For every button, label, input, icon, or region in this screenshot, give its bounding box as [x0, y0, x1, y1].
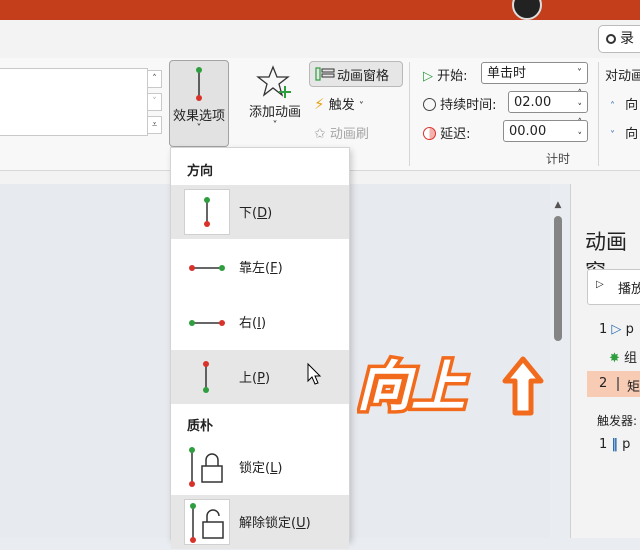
- timing-group-label: 计时: [546, 152, 571, 166]
- move-earlier-button[interactable]: ˄ 向: [610, 94, 638, 113]
- animation-pane: 动画窗 ▷ 播放 1 ▷ p ✸ 组 2 矩 触发器: 1 ‖ p: [570, 184, 640, 538]
- spinner-icon[interactable]: ˄ ˅: [578, 116, 583, 144]
- pane-list-item-selected[interactable]: 2 矩: [587, 371, 640, 397]
- line-path-icon: [617, 377, 619, 391]
- pane-list-item[interactable]: ✸ 组: [609, 347, 637, 366]
- chevron-down-icon: ˅: [196, 123, 202, 134]
- play-all-button[interactable]: ▷ 播放: [587, 269, 640, 305]
- chevron-down-icon: ˅: [272, 120, 278, 131]
- animation-pane-button[interactable]: 动画窗格: [309, 61, 403, 87]
- ribbon-separator: [598, 62, 599, 166]
- chevron-down-icon: ˅: [610, 130, 615, 141]
- gallery-more-button[interactable]: ⩡: [147, 116, 162, 134]
- direction-header: 方向: [187, 164, 214, 179]
- animation-gallery[interactable]: [0, 68, 148, 136]
- trigger-button[interactable]: ⚡ 触发 ˅: [314, 94, 364, 113]
- chevron-down-icon: ˅: [577, 68, 582, 79]
- menu-item-down[interactable]: 下(D): [171, 185, 349, 239]
- delay-input[interactable]: 00.00 ˄ ˅: [503, 118, 588, 142]
- gallery-scroll-up-button[interactable]: ˄: [147, 70, 162, 88]
- play-trigger-icon: ▷: [611, 322, 622, 337]
- line-vertical-down-icon: [184, 189, 230, 235]
- line-horizontal-right-icon: [184, 299, 230, 345]
- lightning-icon: ⚡: [314, 95, 325, 113]
- mouse-cursor-icon: [307, 362, 322, 385]
- duration-input[interactable]: 02.00 ˄ ˅: [508, 89, 588, 113]
- animation-pane-label: 动画窗格: [337, 69, 390, 84]
- gallery-scroll-down-button[interactable]: ˅: [147, 93, 162, 111]
- start-label: ▷ 开始:: [423, 69, 468, 84]
- overlay-text: 向上: [357, 355, 467, 417]
- duration-label: 持续时间:: [423, 94, 497, 113]
- ribbon-separator: [409, 62, 410, 166]
- style-header: 质朴: [187, 419, 214, 434]
- pane-list-item[interactable]: 1 ▷ p: [599, 322, 634, 337]
- chevron-down-icon: ˅: [358, 101, 364, 112]
- pause-icon: ‖: [611, 437, 618, 452]
- reorder-label: 对动画: [605, 69, 640, 84]
- add-animation-label: 添加动画: [248, 105, 301, 120]
- trigger-header: 触发器:: [597, 414, 638, 428]
- menu-item-left[interactable]: 靠左(F): [171, 240, 349, 294]
- menu-item-unlock[interactable]: 解除锁定(U): [171, 495, 349, 549]
- delay-label: 延迟:: [423, 123, 471, 142]
- arrow-up-icon: [502, 356, 544, 416]
- play-icon: ▷: [423, 69, 433, 84]
- spinner-icon[interactable]: ˄ ˅: [578, 87, 583, 115]
- lock-icon: [184, 444, 230, 490]
- star-effect-icon: ✸: [609, 351, 620, 366]
- add-animation-button[interactable]: 添加动画 ˅: [244, 62, 306, 142]
- effect-options-button[interactable]: 效果选项 ˅: [169, 60, 229, 147]
- animation-pane-icon: [315, 67, 335, 81]
- scroll-up-icon[interactable]: ▲: [553, 200, 563, 210]
- play-icon: ▷: [596, 279, 604, 290]
- effect-direction-icon: [196, 67, 202, 101]
- animation-painter-button[interactable]: ✩ 动画刷: [314, 123, 369, 142]
- add-animation-star-icon: [256, 65, 291, 98]
- line-vertical-up-icon: [184, 354, 230, 400]
- record-icon: [606, 34, 616, 44]
- effect-options-menu: 方向 下(D) 靠左(F) 右(I) 上(P) 质朴 锁定(L) 解除锁定(U): [170, 147, 350, 549]
- menu-item-right[interactable]: 右(I): [171, 295, 349, 349]
- move-later-button[interactable]: ˅ 向: [610, 123, 638, 142]
- animation-painter-icon: ✩: [314, 126, 326, 142]
- title-bar: [0, 0, 640, 20]
- clock-icon: [423, 98, 436, 111]
- delay-clock-icon: [423, 127, 436, 140]
- menu-item-up[interactable]: 上(P): [171, 350, 349, 404]
- record-button[interactable]: 录: [598, 25, 640, 53]
- vertical-scrollbar[interactable]: [554, 216, 562, 341]
- unlock-icon: [184, 499, 230, 545]
- direction-overlay-label: 向上: [357, 353, 544, 417]
- chevron-up-icon: ˄: [610, 101, 615, 112]
- ribbon-tabs-strip: [0, 20, 640, 58]
- menu-item-lock[interactable]: 锁定(L): [171, 440, 349, 494]
- pane-list-item[interactable]: 1 ‖ p: [599, 437, 630, 452]
- line-horizontal-left-icon: [184, 244, 230, 290]
- effect-options-label: 效果选项: [172, 109, 225, 124]
- start-select[interactable]: 单击时 ˅: [481, 62, 588, 84]
